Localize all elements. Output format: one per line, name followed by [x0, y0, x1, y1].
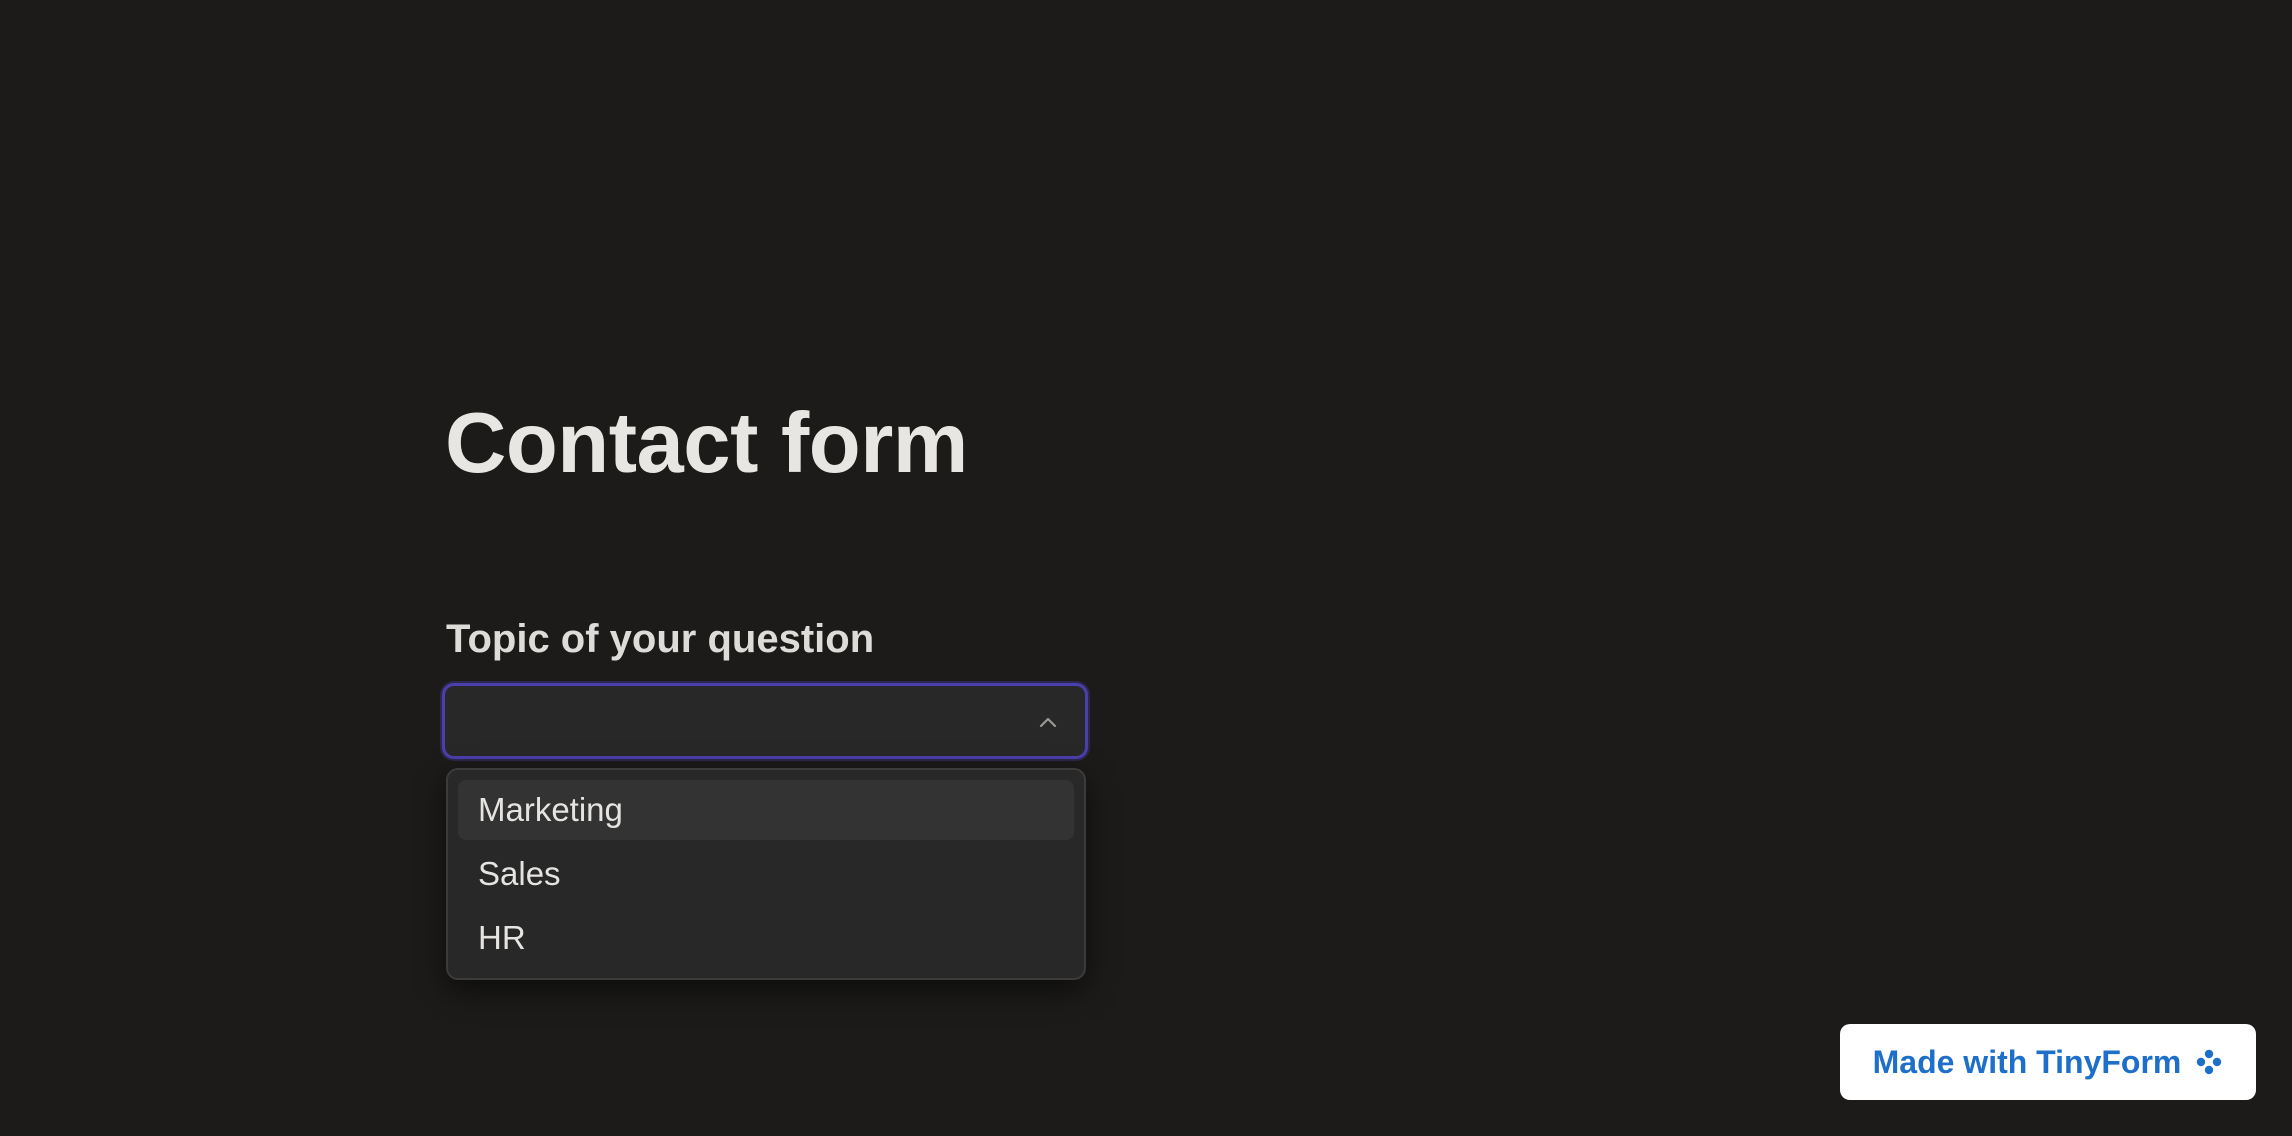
- option-sales[interactable]: Sales: [458, 844, 1074, 904]
- topic-field-label: Topic of your question: [446, 617, 875, 661]
- tinyform-flower-icon: [2197, 1049, 2222, 1075]
- contact-form-page: Contact form Topic of your question Mark…: [0, 0, 2292, 1136]
- topic-select[interactable]: [442, 683, 1088, 759]
- topic-dropdown-menu: Marketing Sales HR: [446, 768, 1086, 980]
- chevron-up-icon: [1039, 717, 1057, 728]
- made-with-tinyform-badge[interactable]: Made with TinyForm: [1840, 1024, 2256, 1100]
- page-title: Contact form: [445, 396, 968, 491]
- badge-label: Made with TinyForm: [1872, 1043, 2182, 1080]
- option-hr[interactable]: HR: [458, 908, 1074, 968]
- option-marketing[interactable]: Marketing: [458, 780, 1074, 840]
